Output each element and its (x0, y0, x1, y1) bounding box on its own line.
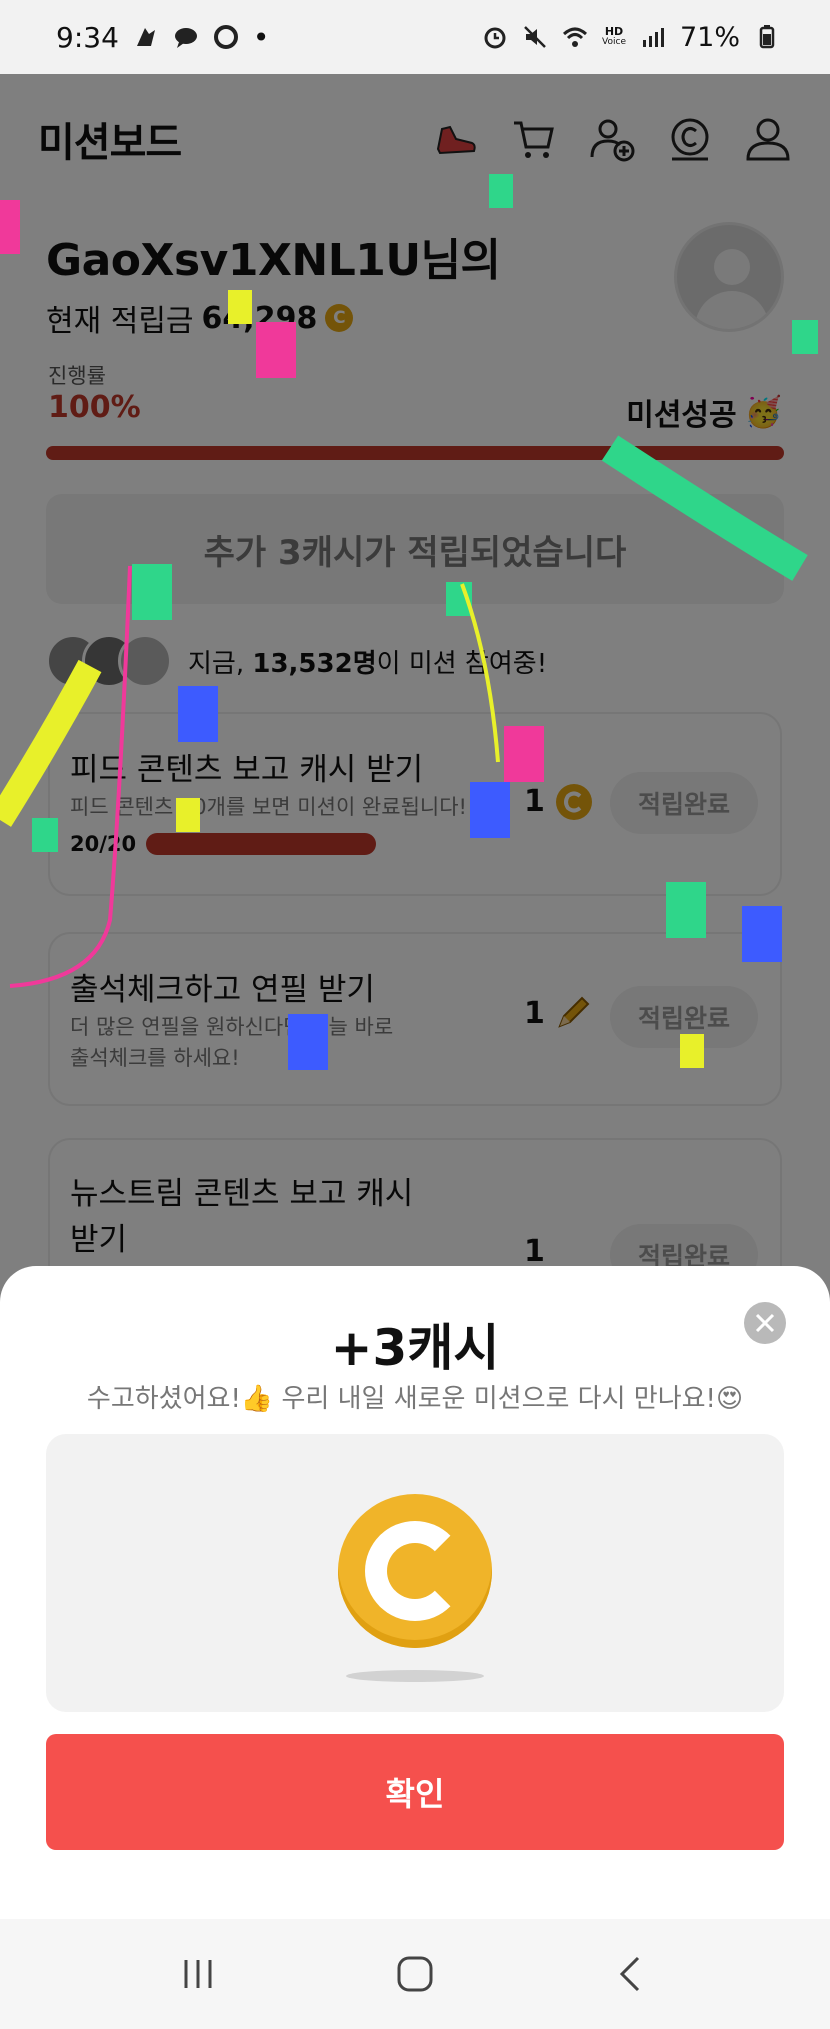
status-dot: • (252, 20, 270, 54)
system-nav-bar (0, 1919, 830, 2029)
battery-icon (759, 25, 775, 49)
signal-icon (642, 28, 664, 47)
wifi-icon (563, 27, 588, 47)
status-time: 9:34 (56, 20, 119, 54)
reward-illustration-box (46, 1434, 784, 1712)
home-icon[interactable] (385, 1944, 445, 2004)
sheet-title: +3캐시 (330, 1319, 500, 1377)
back-icon[interactable] (602, 1944, 662, 2004)
notification-app-icon (136, 28, 155, 46)
chat-bubble-icon (174, 28, 197, 48)
messenger-icon (213, 25, 238, 49)
recent-apps-icon[interactable] (168, 1944, 228, 2004)
cash-coin-icon (338, 1494, 492, 1648)
battery-percent: 71% (679, 21, 740, 53)
reward-bottom-sheet: +3캐시 수고하셨어요!👍 우리 내일 새로운 미션으로 다시 만나요!😍 확인 (0, 1266, 830, 1919)
coin-shadow (346, 1670, 484, 1682)
network-sub: Voice (602, 37, 626, 47)
sheet-message: 수고하셨어요!👍 우리 내일 새로운 미션으로 다시 만나요!😍 (86, 1384, 744, 1414)
alarm-icon (484, 27, 506, 49)
network-type: HD (604, 25, 624, 38)
mute-icon (524, 26, 546, 48)
status-bar: 9:34 • HD Voice 71% (0, 0, 830, 74)
confirm-button[interactable]: 확인 (46, 1734, 784, 1850)
